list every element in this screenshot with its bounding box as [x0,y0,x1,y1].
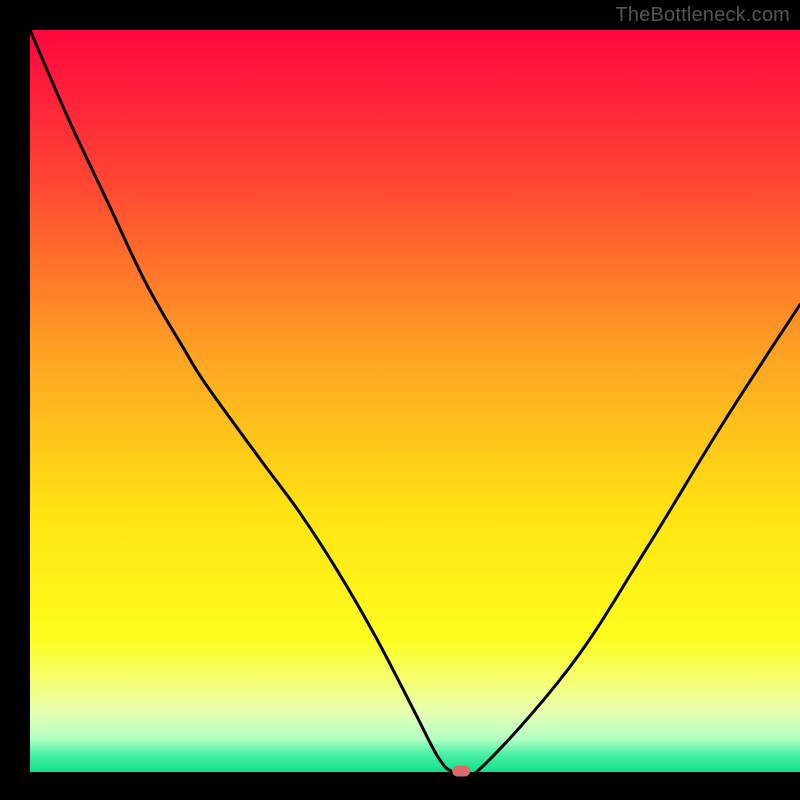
watermark-text: TheBottleneck.com [615,4,790,27]
chart-svg [0,0,800,800]
plot-area [30,30,800,772]
optimal-point-marker [452,766,470,777]
chart-container: TheBottleneck.com [0,0,800,800]
